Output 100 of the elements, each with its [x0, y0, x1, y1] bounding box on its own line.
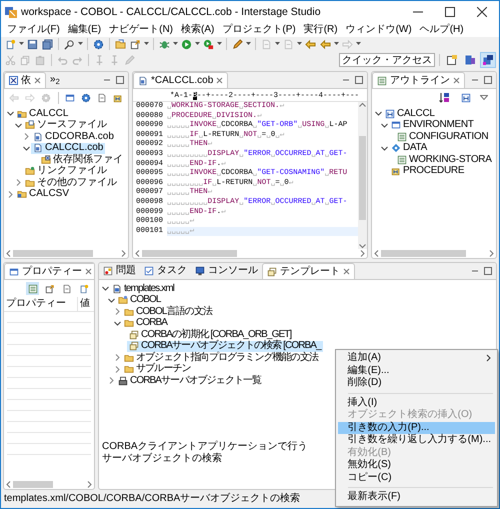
perspective-button[interactable] [480, 52, 496, 68]
scroll-left-icon[interactable] [6, 250, 11, 257]
view-tab[interactable]: プロパティー [4, 263, 94, 279]
view-tab[interactable]: »$_{2}$ [46, 72, 64, 88]
tree-item[interactable]: templates.xml [110, 283, 176, 294]
tree-item[interactable]: リンクファイル [23, 166, 109, 177]
view-tab[interactable]: 依 [4, 72, 46, 88]
sort-button[interactable] [438, 91, 451, 104]
view-tab[interactable]: アウトライン [372, 72, 465, 88]
caret-icon[interactable] [173, 42, 178, 46]
tree-item[interactable]: ソースファイル [23, 120, 109, 131]
menu-item[interactable]: 挿入(I) [338, 396, 495, 409]
view-tab[interactable]: タスク [140, 263, 191, 279]
scroll-up-icon[interactable] [359, 102, 366, 108]
menu-item[interactable]: コピー(C) [338, 472, 495, 484]
caret-icon[interactable] [217, 42, 222, 46]
tree-item[interactable]: CORBAサーバオブジェクト一覧 [116, 375, 264, 386]
menu-item[interactable]: 追加(A) [338, 352, 495, 364]
caret-icon[interactable] [195, 42, 200, 46]
scroll-right-icon[interactable] [87, 481, 92, 488]
menu-item[interactable]: 引き数を繰り返し入力する(M)... [338, 434, 495, 446]
caret-icon[interactable] [19, 42, 24, 46]
tree-item[interactable]: CONFIGURATION [395, 131, 490, 142]
toolbar-button[interactable] [63, 38, 76, 50]
toolbar-button[interactable] [80, 91, 92, 104]
scrollbar-thumb[interactable] [381, 250, 466, 257]
tree-item[interactable]: DATA [389, 142, 429, 154]
tree-item[interactable]: ENVIRONMENT [389, 120, 476, 131]
chevron-right-icon[interactable] [14, 178, 23, 188]
scroll-down-icon[interactable] [359, 243, 366, 249]
scroll-right-icon[interactable] [360, 250, 365, 257]
tree-item[interactable]: CALCCL [15, 108, 70, 120]
scroll-left-icon[interactable] [135, 250, 140, 257]
view-menu-icon[interactable] [480, 95, 488, 100]
caret-icon[interactable] [246, 42, 251, 46]
menu-item[interactable]: ウィンドウ(W) [342, 24, 416, 36]
tree-item[interactable]: CALCSV [15, 188, 72, 200]
chevron-down-icon[interactable] [14, 120, 23, 130]
chevron-down-icon[interactable] [380, 144, 389, 153]
tree-item[interactable]: CALCCL.cob [31, 142, 106, 154]
menu-item[interactable]: ナビゲート(N) [105, 24, 178, 36]
toolbar-button[interactable] [41, 38, 54, 50]
search-field[interactable]: クイック・アクセス [339, 53, 435, 67]
caret-icon[interactable] [334, 42, 339, 46]
toolbar-button[interactable] [26, 282, 39, 295]
chevron-down-icon[interactable] [113, 318, 122, 328]
tree-item[interactable]: COBOL [116, 294, 163, 306]
menu-item[interactable]: 無効化(S) [338, 459, 495, 472]
toolbar-button[interactable] [459, 91, 472, 104]
tree-item[interactable]: 依存関係ファイ [39, 154, 125, 166]
menu-item[interactable]: 引き数の入力(P)... [338, 422, 495, 434]
menu-item[interactable]: プロジェクト(P) [218, 24, 300, 36]
menu-item[interactable]: ファイル(F) [3, 24, 64, 36]
tree-item[interactable]: CORBAの初期化 [CORBA_ORB_GET] [127, 329, 294, 340]
close-icon[interactable] [477, 7, 487, 17]
scrollbar-thumb[interactable] [13, 481, 53, 488]
tree-item[interactable]: CALCCL [383, 108, 437, 120]
toolbar-button[interactable] [4, 38, 17, 50]
chevron-down-icon[interactable] [374, 109, 383, 118]
scroll-left-icon[interactable] [6, 481, 11, 488]
tree-item[interactable]: CDCORBA.cob [31, 131, 116, 142]
maximize-icon[interactable] [445, 7, 455, 17]
caret-icon[interactable] [78, 42, 83, 46]
toolbar-button[interactable] [92, 38, 105, 50]
menu-item[interactable]: 編集(E)... [338, 364, 495, 377]
scroll-left-icon[interactable] [374, 250, 379, 257]
tree-item[interactable]: オブジェクト指向プログラミング機能の文法 [122, 352, 320, 364]
menu-item[interactable]: 編集(E) [64, 24, 106, 36]
scrollbar-thumb[interactable] [13, 250, 93, 257]
chevron-down-icon[interactable] [380, 120, 389, 130]
tree-item[interactable]: サブルーチン [122, 364, 193, 375]
tree-item[interactable]: その他のファイル [23, 177, 119, 188]
chevron-right-icon[interactable] [113, 353, 122, 362]
toolbar-button[interactable] [114, 38, 127, 50]
tree-item[interactable]: CORBAサーバオブジェクトの検索 [CORBA_ [127, 340, 323, 352]
toolbar-button[interactable] [26, 38, 39, 50]
menu-item[interactable]: ヘルプ(H) [416, 24, 468, 36]
menu-item[interactable]: 最新表示(F) [338, 491, 495, 504]
editor-tab[interactable]: *CALCCL.cob [133, 72, 228, 88]
chevron-right-icon[interactable] [113, 364, 122, 374]
scrollbar-thumb[interactable] [359, 136, 366, 220]
chevron-down-icon[interactable] [6, 109, 15, 118]
chevron-right-icon[interactable] [107, 376, 116, 386]
scroll-right-icon[interactable] [121, 250, 126, 257]
tree-item[interactable]: WORKING-STORA [395, 154, 494, 166]
tree-item[interactable]: COBOL言語の文法 [122, 306, 214, 318]
toolbar-button[interactable] [202, 38, 215, 50]
perspective-button[interactable] [444, 52, 460, 68]
chevron-down-icon[interactable] [22, 144, 31, 153]
menu-item[interactable]: 実行(R) [300, 24, 342, 36]
chevron-right-icon[interactable] [6, 190, 15, 199]
tree-item[interactable]: CORBA [122, 318, 170, 329]
chevron-down-icon[interactable] [107, 296, 116, 305]
caret-icon[interactable] [144, 42, 149, 46]
view-tab[interactable]: 問題 [99, 263, 140, 279]
chevron-down-icon[interactable] [101, 284, 110, 294]
toolbar-button[interactable] [96, 91, 108, 104]
scrollbar-thumb[interactable] [142, 250, 237, 257]
menu-item[interactable]: 検索(A) [177, 24, 218, 36]
view-tab[interactable]: コンソール [191, 263, 262, 279]
